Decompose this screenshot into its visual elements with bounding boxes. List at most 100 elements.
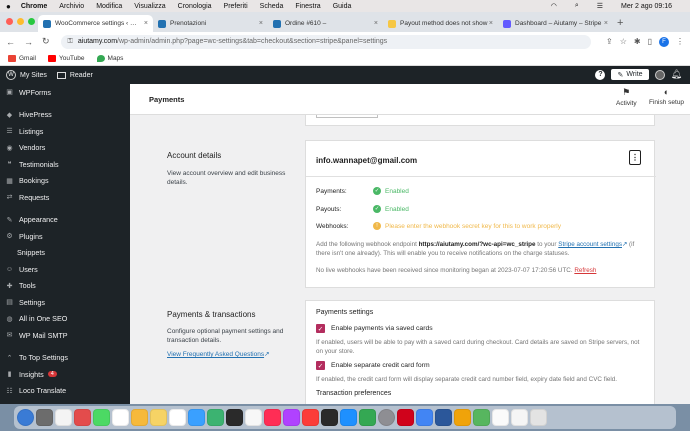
dock-app-icon[interactable]	[359, 409, 376, 426]
more-options-button[interactable]: ⋮	[629, 150, 641, 165]
reader-link[interactable]: Reader	[56, 71, 93, 79]
tab-payout-method[interactable]: Payout method does not show ×	[383, 15, 498, 32]
dock-app-icon[interactable]	[340, 409, 357, 426]
stripe-account-settings-link[interactable]: Stripe account settings	[558, 241, 622, 248]
close-tab-icon[interactable]: ×	[144, 20, 148, 27]
user-avatar[interactable]	[654, 69, 665, 80]
sidebar-item-testimonials[interactable]: ❝ Testimonials	[0, 156, 130, 173]
sidebar-item-plugins[interactable]: ⚙ Plugins	[0, 228, 130, 245]
dock-app-icon[interactable]	[131, 409, 148, 426]
sidepanel-icon[interactable]: ▯	[648, 37, 652, 46]
chrome-menu-icon[interactable]: ⋮	[676, 37, 684, 46]
dock-app-icon[interactable]	[283, 409, 300, 426]
reload-icon[interactable]: ↻	[42, 36, 50, 47]
notifications-bell-icon[interactable]: 🔔︎	[671, 69, 682, 80]
dock-app-icon[interactable]	[245, 409, 262, 426]
dock-app-icon[interactable]	[321, 409, 338, 426]
sidebar-item-vendors[interactable]: ◉ Vendors	[0, 140, 130, 157]
sidebar-item-listings[interactable]: ☰ Listings	[0, 123, 130, 140]
dock-app-icon[interactable]	[416, 409, 433, 426]
separate-card-form-checkbox[interactable]: ✓	[316, 361, 325, 370]
sidebar-item-wpforms[interactable]: ▣ WPForms	[0, 84, 130, 101]
dock-app-icon[interactable]	[207, 409, 224, 426]
search-icon[interactable]: ⌕	[575, 2, 579, 10]
url-field[interactable]: ⚿ aiutamy.com/wp-admin/admin.php?page=wc…	[60, 34, 592, 49]
tab-stripe-dashboard[interactable]: Dashboard – Aiutamy – Stripe ×	[498, 15, 613, 32]
sidebar-item-all-in-one-seo[interactable]: ◍ All in One SEO	[0, 311, 130, 328]
menu-scheda[interactable]: Scheda	[260, 3, 284, 10]
dock-app-icon[interactable]	[397, 409, 414, 426]
sidebar-item-loco-translate[interactable]: ☷ Loco Translate	[0, 383, 130, 400]
dock-app-icon[interactable]	[435, 409, 452, 426]
clock[interactable]: Mer 2 ago 09:16	[621, 3, 672, 10]
close-window-icon[interactable]	[6, 18, 13, 25]
bookmark-youtube[interactable]: YouTube	[47, 54, 85, 62]
bookmark-star-icon[interactable]: ☆	[620, 37, 627, 46]
finish-setup-button[interactable]: ◐ Finish setup	[649, 87, 684, 106]
refresh-link[interactable]: Refresh	[574, 267, 596, 274]
dock-app-icon[interactable]	[150, 409, 167, 426]
tab-prenotazioni[interactable]: Prenotazioni ×	[153, 15, 268, 32]
forward-icon[interactable]: →	[24, 37, 33, 47]
tab-woocommerce-settings[interactable]: WooCommerce settings ‹ — W ×	[38, 15, 153, 32]
previous-card-button[interactable]	[316, 115, 378, 118]
close-tab-icon[interactable]: ×	[374, 20, 378, 27]
wifi-icon[interactable]: ◠	[551, 2, 557, 10]
sidebar-item-requests[interactable]: ⇄ Requests	[0, 189, 130, 206]
bookmark-maps[interactable]: Maps	[96, 54, 123, 62]
dock-app-icon[interactable]	[17, 409, 34, 426]
profile-avatar[interactable]: F	[659, 36, 669, 47]
close-tab-icon[interactable]: ×	[259, 20, 263, 27]
new-tab-icon[interactable]: +	[617, 15, 623, 32]
dock-app-icon[interactable]	[93, 409, 110, 426]
activity-button[interactable]: ⚑ Activity	[616, 87, 637, 107]
dock-app-icon[interactable]	[473, 409, 490, 426]
sidebar-item-wp-mail-smtp[interactable]: ✉ WP Mail SMTP	[0, 327, 130, 344]
bookmark-gmail[interactable]: Gmail	[8, 54, 36, 62]
dock-app-icon[interactable]	[226, 409, 243, 426]
menu-guida[interactable]: Guida	[333, 3, 352, 10]
back-icon[interactable]: ←	[6, 37, 15, 47]
sidebar-item-snippets[interactable]: Snippets	[0, 245, 130, 262]
zoom-window-icon[interactable]	[28, 18, 35, 25]
saved-cards-checkbox[interactable]: ✓	[316, 324, 325, 333]
dock-app-icon[interactable]	[530, 409, 547, 426]
sidebar-item-users[interactable]: ☺ Users	[0, 261, 130, 278]
menu-preferiti[interactable]: Preferiti	[224, 3, 248, 10]
dock-app-icon[interactable]	[264, 409, 281, 426]
dock-app-icon[interactable]	[511, 409, 528, 426]
apple-icon[interactable]: ●	[6, 2, 11, 11]
close-tab-icon[interactable]: ×	[489, 20, 493, 27]
dock-app-icon[interactable]	[492, 409, 509, 426]
sidebar-item-to-top-settings[interactable]: ⌃ To Top Settings	[0, 350, 130, 367]
dock-app-icon[interactable]	[378, 409, 395, 426]
dock-app-icon[interactable]	[74, 409, 91, 426]
my-sites-link[interactable]: My Sites	[20, 72, 47, 79]
sidebar-item-appearance[interactable]: ✎ Appearance	[0, 212, 130, 229]
dock-app-icon[interactable]	[36, 409, 53, 426]
help-icon[interactable]: ?	[595, 69, 606, 80]
dock-app-icon[interactable]	[169, 409, 186, 426]
control-center-icon[interactable]: ☰	[597, 2, 603, 10]
sidebar-item-insights[interactable]: ▮ Insights 4	[0, 366, 130, 383]
minimize-window-icon[interactable]	[17, 18, 24, 25]
menu-visualizza[interactable]: Visualizza	[134, 3, 165, 10]
extensions-icon[interactable]: ✱	[634, 37, 641, 46]
dock-app-icon[interactable]	[55, 409, 72, 426]
dock-app-icon[interactable]	[454, 409, 471, 426]
menu-cronologia[interactable]: Cronologia	[178, 3, 212, 10]
sidebar-item-hivepress[interactable]: ◆ HivePress	[0, 107, 130, 124]
close-tab-icon[interactable]: ×	[604, 20, 608, 27]
sidebar-item-bookings[interactable]: ▦ Bookings	[0, 173, 130, 190]
tab-ordine-610[interactable]: Ordine #610 – ×	[268, 15, 383, 32]
menu-modifica[interactable]: Modifica	[96, 3, 122, 10]
menu-finestra[interactable]: Finestra	[295, 3, 320, 10]
dock-app-icon[interactable]	[112, 409, 129, 426]
sidebar-item-settings[interactable]: ▤ Settings	[0, 294, 130, 311]
wordpress-logo-icon[interactable]: W	[6, 70, 16, 80]
share-icon[interactable]: ⇪	[606, 37, 613, 46]
dock-app-icon[interactable]	[188, 409, 205, 426]
dock-app-icon[interactable]	[302, 409, 319, 426]
faq-link[interactable]: View Frequently Asked Questions	[167, 351, 264, 358]
sidebar-item-tools[interactable]: ✚ Tools	[0, 278, 130, 295]
